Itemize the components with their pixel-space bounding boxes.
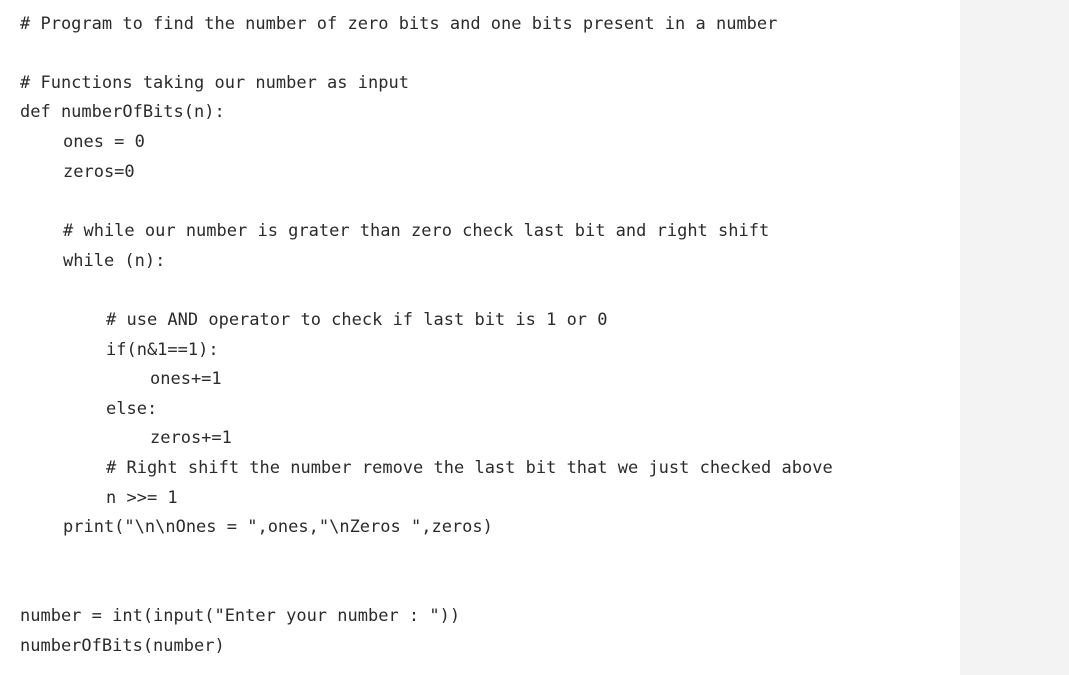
page: # Program to find the number of zero bit… [0,0,1069,675]
code-line: # Functions taking our number as input [20,73,409,93]
code-line: # while our number is grater than zero c… [63,221,770,241]
code-line: # Program to find the number of zero bit… [20,14,778,34]
code-line: zeros=0 [63,162,135,182]
code-line: # Right shift the number remove the last… [106,458,833,478]
code-line: ones = 0 [63,132,145,152]
code-line: ones+=1 [150,369,222,389]
code-line: # use AND operator to check if last bit … [106,310,608,330]
code-line: zeros+=1 [150,428,232,448]
code-line: number = int(input("Enter your number : … [20,606,461,626]
code-line: numberOfBits(number) [20,636,225,656]
code-line: if(n&1==1): [106,340,219,360]
side-panel [960,0,1069,675]
code-line: def numberOfBits(n): [20,102,225,122]
code-line: else: [106,399,158,419]
code-line: print("\n\nOnes = ",ones,"\nZeros ",zero… [63,517,493,537]
code-line: while (n): [63,251,166,271]
code-block: # Program to find the number of zero bit… [0,0,960,675]
code-line: n >>= 1 [106,488,178,508]
